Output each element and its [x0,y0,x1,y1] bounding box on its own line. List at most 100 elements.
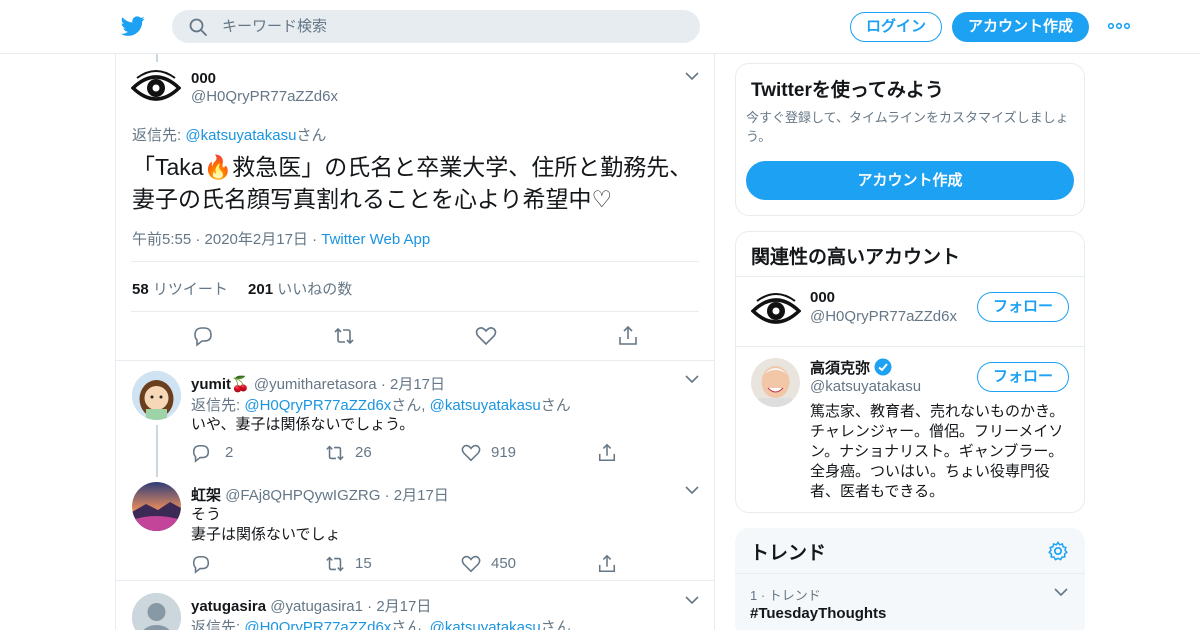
chevron-down-icon[interactable] [685,375,699,384]
reply-date[interactable]: 2月17日 [390,376,445,393]
avatar-illustration [132,371,181,420]
reply-count: 2 [225,444,234,461]
avatar[interactable] [132,593,181,630]
tweet-text-line: 妻子の氏名顔写真割れることを心より希望中♡ [132,186,613,212]
reply-to-prefix: 返信先: [191,619,245,630]
follow-button[interactable]: フォロー [977,292,1069,322]
reply-action[interactable] [191,554,231,574]
share-icon[interactable] [597,443,617,463]
signup-card-button[interactable]: アカウント作成 [746,161,1074,200]
reply-author-handle[interactable]: @yumitharetasora [254,376,377,393]
signup-card: Twitterを使ってみよう 今すぐ登録して、タイムラインをカスタマイズしましょ… [735,63,1085,216]
avatar-landscape [132,482,181,531]
reply-to-link[interactable]: @katsuyatakasu [430,397,541,414]
chevron-down-icon[interactable] [685,72,699,81]
chevron-down-icon[interactable] [685,486,699,495]
more-icon[interactable] [1107,18,1131,34]
like-icon[interactable] [475,325,497,347]
tweet-author-handle[interactable]: @H0QryPR77aZZd6x [191,88,338,105]
account-handle[interactable]: @katsuyatakasu [810,378,921,395]
reply-icon[interactable] [192,325,214,347]
bio-line: チャレンジャー。僧侶。フリーメイソ [810,423,1064,440]
tweet-meta: 午前5:55 · 2020年2月17日 · Twitter Web App [132,228,430,249]
search-input[interactable] [222,10,682,43]
bio-line: ン。ナショナリスト。ギャンブラー。 [810,443,1064,460]
chevron-down-icon[interactable] [685,596,699,605]
retweet-action[interactable]: 26 [325,443,395,463]
separator-dot: · [367,598,373,615]
reply-to-link[interactable]: @katsuyatakasu [185,127,296,144]
reply-date[interactable]: 2月17日 [376,598,431,615]
share-icon[interactable] [597,554,617,574]
reply-header: 虹架 @FAj8QHPQywIGZRG · 2月17日 [191,484,449,505]
reply-author-name[interactable]: 虹架 [191,487,221,504]
divider [736,346,1084,347]
avatar[interactable] [132,482,181,531]
reply-author-name[interactable]: yumit🍒 [191,376,250,393]
tweet-timestamp[interactable]: 午前5:55 · 2020年2月17日 · [132,231,321,248]
related-accounts-title: 関連性の高いアカウント [751,247,961,268]
reply-to-link[interactable]: @H0QryPR77aZZd6x [244,619,391,630]
reply-text: いや、妻子は関係ないでしょう。 [191,416,415,433]
reply-to-mid: さん, [391,397,430,414]
retweet-icon[interactable] [333,325,355,347]
like-icon [461,555,481,573]
divider [735,573,1085,574]
avatar-eye-icon[interactable] [131,68,181,108]
reply-action[interactable]: 2 [191,443,251,463]
reply-to-suffix: さん [540,619,571,630]
avatar[interactable] [132,371,181,420]
twitter-bird-icon[interactable] [120,14,146,38]
signup-button[interactable]: アカウント作成 [952,12,1089,42]
avatar[interactable] [751,358,800,407]
share-icon[interactable] [617,325,639,347]
top-bar: ログイン アカウント作成 [0,0,1200,54]
trends-title: トレンド [750,543,827,564]
trends-card: トレンド 1 · トレンド #TuesdayThoughts [735,528,1085,630]
trend-meta: 1 · トレンド [750,588,821,603]
trend-name[interactable]: #TuesdayThoughts [750,605,886,622]
reply-author-handle[interactable]: @yatugasira1 [270,598,363,615]
account-bio: 篤志家、教育者、売れないものかき。 チャレンジャー。僧侶。フリーメイソ ン。ナシ… [810,402,1076,502]
follow-button[interactable]: フォロー [977,362,1069,392]
reply-to-prefix: 返信先: [191,397,245,414]
tweet-author-name[interactable]: 000 [191,70,216,87]
reply-header: yumit🍒 @yumitharetasora · 2月17日 [191,373,445,394]
signup-card-title: Twitterを使ってみよう [751,80,944,101]
login-button[interactable]: ログイン [850,12,942,42]
like-action[interactable]: 919 [461,443,541,463]
account-handle[interactable]: @H0QryPR77aZZd6x [810,308,957,325]
chevron-down-icon[interactable] [1054,588,1068,597]
reply-text-line: 妻子は関係ないでしょ [191,526,341,543]
reply-to-line: 返信先: @katsuyatakasuさん [132,124,326,145]
reply-to-link[interactable]: @katsuyatakasu [430,619,541,630]
reply-author-name[interactable]: yatugasira [191,598,266,615]
reply-to-line: 返信先: @H0QryPR77aZZd6xさん, @katsuyatakasuさ… [191,394,571,415]
reply-text: そう 妻子は関係ないでしょ [191,505,341,545]
tweet-source[interactable]: Twitter Web App [321,231,430,248]
verified-badge-icon [874,358,892,376]
timeline-column: 000 @H0QryPR77aZZd6x 返信先: @katsuyatakasu… [115,54,715,630]
reply-tweet[interactable]: yatugasira @yatugasira1 · 2月17日 返信先: @H0… [116,581,714,630]
retweet-stat[interactable]: 58 リツイート [132,281,228,298]
reply-to-link[interactable]: @H0QryPR77aZZd6x [244,397,391,414]
account-name[interactable]: 000 [810,289,835,306]
like-count: 919 [491,444,517,461]
reply-author-handle[interactable]: @FAj8QHPQywIGZRG [225,487,380,504]
bio-line: 全身癌。ついはい。ちょい役専門役 [810,463,1051,480]
retweet-stat-label: リツイート [152,281,228,298]
reply-date[interactable]: 2月17日 [394,487,449,504]
retweet-action[interactable]: 15 [325,554,395,574]
like-stat[interactable]: 201 いいねの数 [248,281,352,298]
gear-icon[interactable] [1048,541,1068,561]
like-action[interactable]: 450 [461,554,541,574]
reply-icon [192,444,210,463]
avatar-photo [751,358,800,407]
search-box[interactable] [172,10,700,43]
reply-tweet[interactable]: yumit🍒 @yumitharetasora · 2月17日 返信先: @H0… [116,361,714,477]
reply-tweet[interactable]: 虹架 @FAj8QHPQywIGZRG · 2月17日 そう 妻子は関係ないでし… [116,472,714,580]
avatar-eye-icon[interactable] [751,291,801,331]
bio-line: 者、医者もできる。 [810,483,945,500]
reply-to-line: 返信先: @H0QryPR77aZZd6xさん, @katsuyatakasuさ… [191,616,571,630]
account-name[interactable]: 高須克弥 [810,360,870,377]
